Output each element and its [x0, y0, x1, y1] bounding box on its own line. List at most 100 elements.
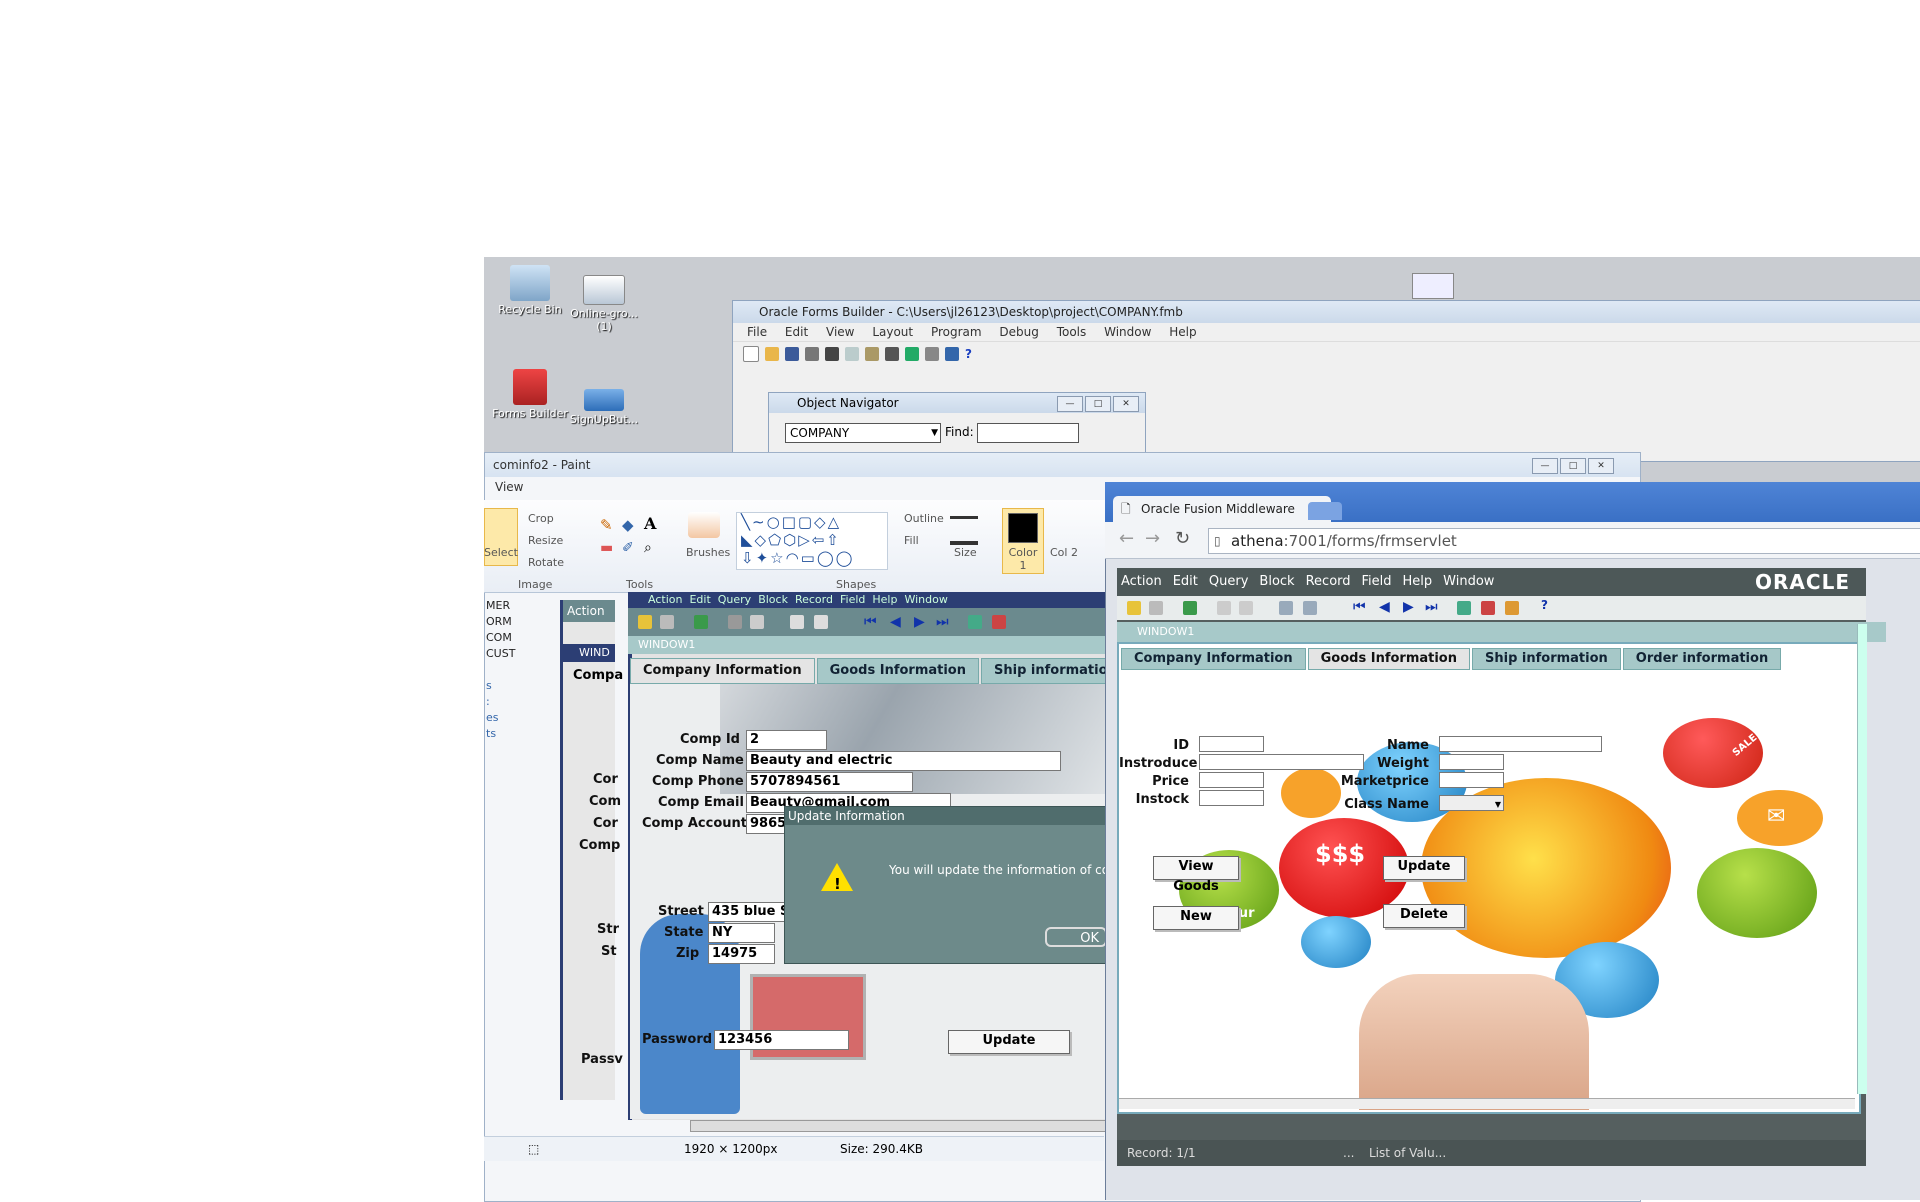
menu-window[interactable]: Window [1104, 325, 1151, 339]
insert-record-icon[interactable] [1457, 601, 1471, 615]
execute-query-icon[interactable] [1303, 601, 1317, 615]
browser-tab[interactable]: 🗋 Oracle Fusion Middleware × [1113, 496, 1331, 522]
brushes-label[interactable]: Brushes [686, 546, 730, 559]
copy-icon[interactable] [750, 615, 764, 629]
size-icon[interactable] [950, 516, 978, 545]
class-name-select[interactable]: ▼ [1439, 795, 1504, 811]
back-icon[interactable]: ← [1119, 528, 1134, 549]
menu-program[interactable]: Program [931, 325, 982, 339]
text-tool-icon[interactable]: A [644, 514, 656, 533]
menu-edit[interactable]: Edit [785, 325, 808, 339]
crop-button[interactable]: Crop [528, 512, 554, 525]
outline-dropdown[interactable]: Outline [904, 512, 944, 525]
size-label[interactable]: Size [954, 546, 977, 559]
tab-company-information[interactable]: Company Information [1121, 648, 1306, 670]
id-field[interactable] [1199, 736, 1264, 752]
menu-window[interactable]: Window [1443, 574, 1494, 589]
cut-icon[interactable] [728, 615, 742, 629]
forms-builder-icon[interactable]: Forms Builder [490, 369, 570, 420]
state-field[interactable]: NY [708, 923, 775, 943]
brushes-icon[interactable] [688, 512, 720, 538]
price-field[interactable] [1199, 772, 1264, 788]
menu-field[interactable]: Field [1362, 574, 1392, 589]
resize-button[interactable]: Resize [528, 534, 563, 547]
copy-icon[interactable] [1239, 601, 1253, 615]
vertical-scrollbar[interactable] [1857, 624, 1867, 1094]
reload-icon[interactable]: ↻ [1175, 528, 1190, 549]
print-icon[interactable] [1149, 601, 1163, 615]
address-bar[interactable]: ▯ athena:7001/forms/frmservlet [1208, 528, 1920, 554]
save-icon[interactable] [785, 347, 799, 361]
menu-record[interactable]: Record [1306, 574, 1351, 589]
recycle-bin-icon[interactable]: Recycle Bin [490, 265, 570, 316]
execute-query-icon[interactable] [814, 615, 828, 629]
delete-button[interactable]: Delete [1383, 904, 1465, 928]
cut-icon[interactable] [825, 347, 839, 361]
wizard-icon[interactable] [945, 347, 959, 361]
close-icon[interactable]: ✕ [1113, 396, 1139, 412]
print-icon[interactable] [805, 347, 819, 361]
menu-block[interactable]: Block [1259, 574, 1294, 589]
magnifier-icon[interactable]: ⌕ [644, 540, 652, 556]
zip-field[interactable]: 14975 [708, 944, 775, 964]
previous-record-icon[interactable]: ◀ [1379, 599, 1390, 615]
tab-goods-information[interactable]: Goods Information [1307, 648, 1470, 670]
comp-phone-field[interactable]: 5707894561 [746, 772, 913, 792]
close-icon[interactable]: ✕ [1588, 458, 1614, 474]
signup-button-file-icon[interactable]: SignUpBut... [564, 389, 644, 426]
name-field[interactable] [1439, 736, 1602, 752]
find-input[interactable] [977, 423, 1079, 443]
color2-label[interactable]: Col 2 [1050, 546, 1078, 559]
online-grocery-file-icon[interactable]: Online-gro... (1) [564, 275, 644, 333]
new-file-icon[interactable] [743, 346, 759, 362]
run-form-icon[interactable] [885, 347, 899, 361]
fill-bucket-icon[interactable]: ◆ [622, 516, 634, 534]
menu-tools[interactable]: Tools [1057, 325, 1087, 339]
exit-icon[interactable] [1183, 601, 1197, 615]
instroduce-field[interactable] [1199, 754, 1364, 770]
forward-icon[interactable]: → [1145, 528, 1160, 549]
desktop-shortcut-icon[interactable] [1412, 273, 1454, 299]
view-goods-button[interactable]: View Goods [1153, 856, 1239, 894]
new-tab-button[interactable] [1308, 502, 1342, 520]
debug-icon[interactable] [925, 347, 939, 361]
query-icon[interactable] [790, 615, 804, 629]
minimize-icon[interactable]: — [1532, 458, 1558, 474]
module-select[interactable]: COMPANY ▼ [785, 423, 941, 443]
new-button[interactable]: New [1153, 906, 1239, 930]
insert-record-icon[interactable] [968, 615, 982, 629]
street-field[interactable]: 435 blue St [708, 902, 793, 922]
lock-record-icon[interactable] [1505, 601, 1519, 615]
maximize-icon[interactable]: □ [1560, 458, 1586, 474]
menu-action[interactable]: Action [1121, 574, 1162, 589]
print-icon[interactable] [660, 615, 674, 629]
next-record-icon[interactable]: ▶ [914, 614, 925, 630]
color-picker-icon[interactable]: ✐ [622, 540, 634, 556]
menu-debug[interactable]: Debug [999, 325, 1038, 339]
tab-order-information[interactable]: Order information [1622, 648, 1782, 670]
first-record-icon[interactable]: ⏮ [1353, 599, 1366, 615]
rotate-button[interactable]: Rotate [528, 556, 564, 569]
menu-file[interactable]: File [747, 325, 767, 339]
last-record-icon[interactable]: ⏭ [936, 614, 949, 630]
marketprice-field[interactable] [1439, 772, 1504, 788]
update-goods-button[interactable]: Update [1383, 856, 1465, 880]
pencil-icon[interactable]: ✎ [600, 516, 613, 534]
horizontal-scrollbar[interactable] [690, 1120, 1108, 1132]
comp-name-field[interactable]: Beauty and electric [746, 751, 1061, 771]
copy-icon[interactable] [845, 347, 859, 361]
query-icon[interactable] [1279, 601, 1293, 615]
password-field[interactable]: 123456 [714, 1030, 849, 1050]
delete-record-icon[interactable] [992, 615, 1006, 629]
open-folder-icon[interactable] [765, 347, 779, 361]
tab-ship-information[interactable]: Ship information [1472, 648, 1621, 670]
menu-query[interactable]: Query [1209, 574, 1249, 589]
help-icon[interactable]: ? [1541, 598, 1548, 612]
save-icon[interactable] [638, 615, 652, 629]
menu-view[interactable]: View [826, 325, 854, 339]
eraser-icon[interactable]: ▬ [600, 540, 613, 556]
shapes-gallery[interactable]: ╲∼○□▢◇△ ◣◇⬠⬡▷⇦⇧ ⇩✦☆◠▭◯◯ [736, 512, 888, 570]
minimize-icon[interactable]: — [1057, 396, 1083, 412]
update-button[interactable]: Update [948, 1030, 1070, 1054]
instock-field[interactable] [1199, 790, 1264, 806]
